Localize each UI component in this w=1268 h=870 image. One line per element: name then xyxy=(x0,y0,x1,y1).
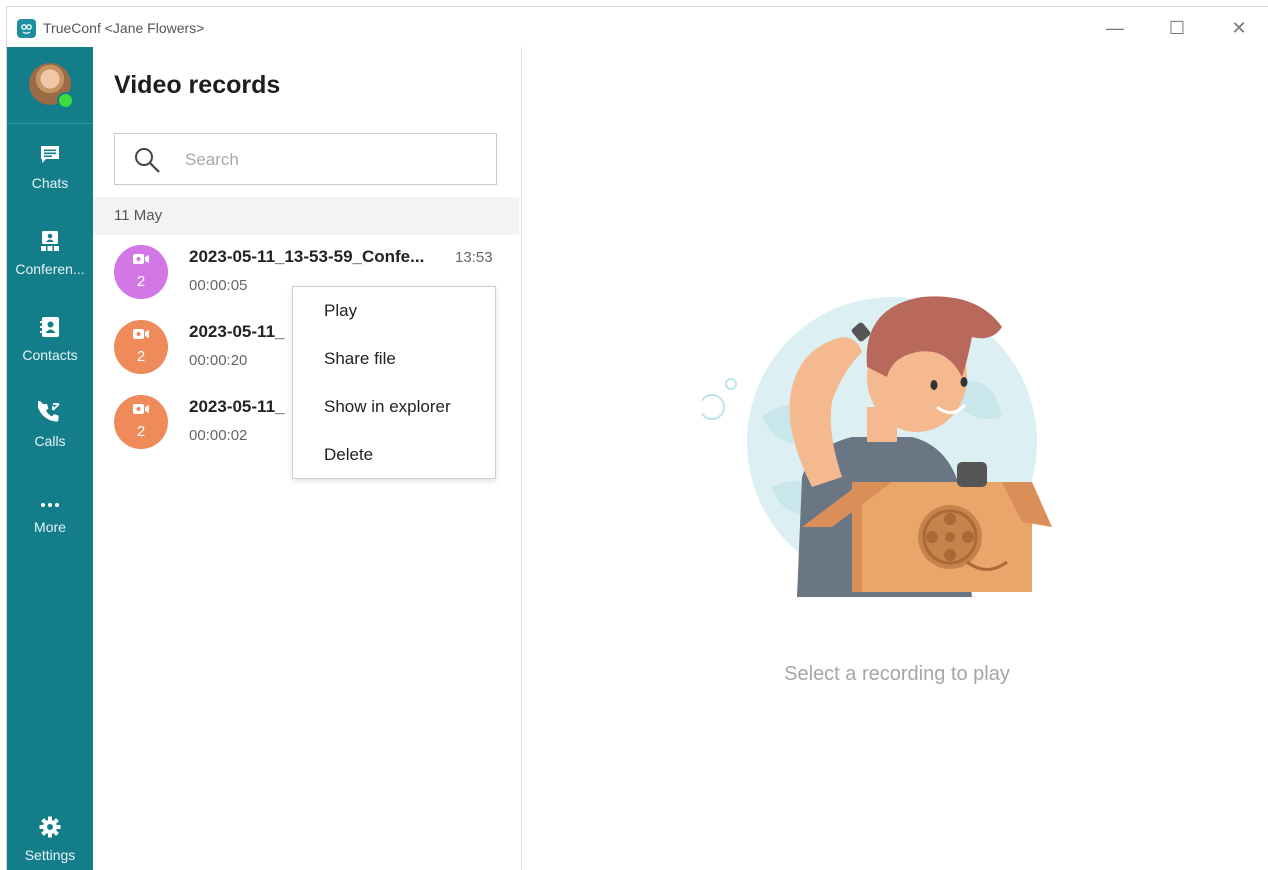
page-title: Video records xyxy=(114,71,281,99)
participant-count: 2 xyxy=(136,348,146,365)
more-icon xyxy=(41,503,59,507)
date-group-header: 11 May xyxy=(93,197,519,235)
sidebar-item-contacts[interactable]: Contacts xyxy=(7,309,93,385)
sidebar-item-label: Settings xyxy=(24,847,76,863)
menu-item-show-in-explorer[interactable]: Show in explorer xyxy=(324,397,451,417)
minimize-button[interactable]: — xyxy=(1095,15,1135,41)
sidebar-item-label: More xyxy=(34,519,66,535)
sidebar-item-calls[interactable]: Calls xyxy=(7,395,93,471)
empty-state-text: Select a recording to play xyxy=(784,663,1010,685)
window-title: TrueConf <Jane Flowers> xyxy=(43,20,205,36)
context-menu: Play Share file Show in explorer Delete xyxy=(292,286,496,479)
profile-area[interactable] xyxy=(7,47,93,124)
search-input[interactable] xyxy=(183,144,487,176)
app-window: TrueConf <Jane Flowers> — ☐ ✕ Chats Conf… xyxy=(6,6,1268,870)
empty-state-illustration xyxy=(702,296,1052,597)
sidebar-item-conferences[interactable]: Conferen... xyxy=(7,223,93,299)
participant-count: 2 xyxy=(136,273,146,290)
gear-icon xyxy=(39,816,61,838)
contacts-icon xyxy=(40,317,59,337)
sidebar-item-label: Contacts xyxy=(22,347,78,363)
sidebar-item-chats[interactable]: Chats xyxy=(7,137,93,213)
video-camera-icon xyxy=(133,329,149,339)
player-area: Select a recording to play xyxy=(522,47,1268,870)
search-icon xyxy=(135,148,160,173)
record-time: 13:53 xyxy=(455,249,493,266)
chat-icon xyxy=(41,146,59,163)
sidebar-item-label: Calls xyxy=(34,433,66,449)
participant-count: 2 xyxy=(136,423,146,440)
record-name: 2023-05-11_13-53-59_Confe... xyxy=(189,247,425,266)
trueconf-logo-icon xyxy=(17,19,36,38)
sidebar-item-more[interactable]: More xyxy=(7,481,93,557)
menu-item-share-file[interactable]: Share file xyxy=(324,349,396,369)
maximize-button[interactable]: ☐ xyxy=(1157,15,1197,41)
menu-item-delete[interactable]: Delete xyxy=(324,445,373,465)
menu-item-play[interactable]: Play xyxy=(324,301,357,321)
sidebar-item-label: Chats xyxy=(31,175,69,191)
sidebar-item-settings[interactable]: Settings xyxy=(7,809,93,870)
close-button[interactable]: ✕ xyxy=(1219,15,1259,41)
video-camera-icon xyxy=(133,254,149,264)
sidebar-item-label: Conferen... xyxy=(15,261,85,277)
record-duration: 00:00:20 xyxy=(189,352,248,369)
record-avatar: 2 xyxy=(114,395,168,449)
sidebar: Chats Conferen... Contacts Calls More Se… xyxy=(7,47,93,870)
record-avatar: 2 xyxy=(114,245,168,299)
conference-icon xyxy=(41,231,59,251)
title-bar: TrueConf <Jane Flowers> — ☐ ✕ xyxy=(7,7,1268,47)
record-avatar: 2 xyxy=(114,320,168,374)
video-camera-icon xyxy=(133,404,149,414)
calls-icon xyxy=(38,401,60,422)
record-duration: 00:00:02 xyxy=(189,427,248,444)
online-status-indicator xyxy=(57,92,74,109)
record-duration: 00:00:05 xyxy=(189,277,248,294)
search-box[interactable] xyxy=(114,133,497,185)
